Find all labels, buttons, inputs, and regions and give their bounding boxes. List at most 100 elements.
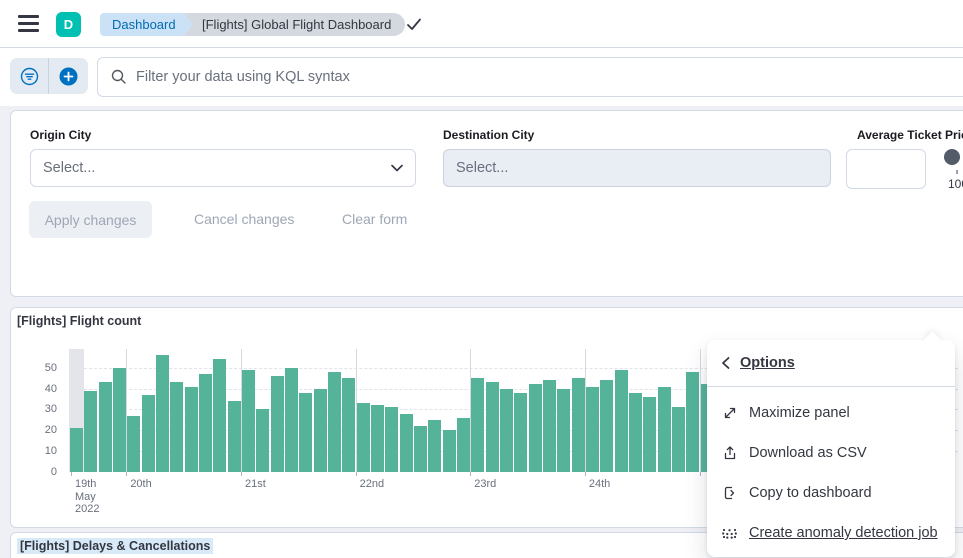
- options-back-button[interactable]: Options: [707, 340, 955, 386]
- menu-item-label: Maximize panel: [749, 405, 850, 421]
- slider-min-label: 100: [948, 177, 963, 191]
- maximize-icon: [721, 405, 738, 422]
- chart-bar: [142, 395, 155, 472]
- chart-bar: [328, 372, 341, 472]
- x-axis-tick: [700, 472, 701, 476]
- chart-bar: [643, 397, 656, 472]
- price-slider-thumb[interactable]: [944, 149, 960, 165]
- y-axis-label: 20: [25, 424, 57, 436]
- chart-bar: [70, 428, 83, 472]
- chart-bar: [357, 403, 370, 472]
- x-axis-label: 24th: [589, 478, 610, 491]
- clear-form-button[interactable]: Clear form: [342, 201, 407, 238]
- x-axis-label: 21st: [245, 478, 266, 491]
- destination-city-placeholder: Select...: [456, 160, 818, 176]
- chart-bar: [113, 368, 126, 472]
- logo-letter: D: [64, 17, 73, 32]
- chart-bar: [414, 426, 427, 472]
- saved-query-icon[interactable]: [10, 58, 49, 94]
- destination-city-label: Destination City: [443, 128, 534, 142]
- chart-bar: [170, 382, 183, 472]
- apply-changes-button[interactable]: Apply changes: [29, 201, 152, 238]
- deployment-logo[interactable]: D: [56, 12, 81, 37]
- price-min-input[interactable]: [846, 149, 926, 189]
- y-axis-label: 0: [25, 466, 57, 478]
- top-header: D Dashboard [Flights] Global Flight Dash…: [0, 0, 963, 48]
- origin-city-placeholder: Select...: [43, 160, 391, 176]
- options-menu-title: Options: [740, 355, 795, 371]
- chart-bar: [314, 389, 327, 472]
- chart-bar: [127, 416, 140, 472]
- chart-bar: [557, 389, 570, 472]
- chart-bar: [514, 393, 527, 472]
- slider-tick: [956, 170, 958, 174]
- query-bar-row: Filter your data using KQL syntax: [0, 48, 963, 106]
- export-icon: [721, 445, 738, 462]
- delays-panel-title-text: [Flights] Delays & Cancellations: [17, 538, 213, 554]
- chart-bar: [500, 389, 513, 472]
- x-axis-tick: [126, 472, 127, 476]
- x-axis-tick: [71, 472, 72, 476]
- chevron-left-icon: [719, 356, 733, 370]
- ml-icon: [721, 525, 738, 542]
- chevron-down-icon: [391, 164, 403, 172]
- breadcrumb-current-dashboard: [Flights] Global Flight Dashboard: [184, 13, 405, 36]
- kql-placeholder: Filter your data using KQL syntax: [136, 69, 350, 85]
- chart-bar: [271, 376, 284, 472]
- search-icon: [111, 69, 127, 85]
- chart-bar: [84, 391, 97, 472]
- menu-item-label: Create anomaly detection job: [749, 525, 938, 541]
- chart-bar: [256, 409, 269, 472]
- create-anomaly-job-item[interactable]: Create anomaly detection job: [707, 513, 955, 553]
- breadcrumb-label: Dashboard: [112, 17, 176, 32]
- delays-panel-title[interactable]: [Flights] Delays & Cancellations: [17, 539, 213, 553]
- chart-bar: [586, 387, 599, 472]
- controls-panel: Origin City Select... Destination City S…: [10, 110, 963, 297]
- breadcrumb-dashboard[interactable]: Dashboard: [100, 13, 194, 36]
- copy-to-dashboard-item[interactable]: Copy to dashboard: [707, 473, 955, 513]
- x-axis-label: 22nd: [360, 478, 384, 491]
- chart-bar: [428, 420, 441, 472]
- x-axis-tick: [470, 472, 471, 476]
- panel-options-menu: Options Maximize panel Download as CSV: [707, 340, 955, 557]
- chart-bar: [672, 407, 685, 472]
- x-axis-tick: [585, 472, 586, 476]
- menu-icon[interactable]: [18, 15, 39, 32]
- chart-bar: [615, 370, 628, 472]
- flight-count-panel-title[interactable]: [Flights] Flight count: [17, 314, 141, 328]
- origin-city-select[interactable]: Select...: [30, 149, 416, 187]
- check-icon[interactable]: [406, 16, 422, 32]
- chart-bar: [600, 380, 613, 472]
- breadcrumb-label: [Flights] Global Flight Dashboard: [202, 17, 391, 32]
- chart-bar: [529, 384, 542, 472]
- chart-bar: [342, 378, 355, 472]
- destination-city-select[interactable]: Select...: [443, 149, 831, 187]
- chart-bar: [658, 387, 671, 472]
- copy-to-dashboard-icon: [721, 485, 738, 502]
- chart-bar: [486, 382, 499, 472]
- x-axis-label: 20th: [130, 478, 151, 491]
- chart-bar: [629, 393, 642, 472]
- download-csv-item[interactable]: Download as CSV: [707, 433, 955, 473]
- maximize-panel-item[interactable]: Maximize panel: [707, 393, 955, 433]
- chart-bar: [199, 374, 212, 472]
- chart-bar: [299, 393, 312, 472]
- chart-bar: [156, 355, 169, 472]
- filter-button-group: [10, 58, 88, 94]
- kql-search-input[interactable]: Filter your data using KQL syntax: [97, 57, 963, 97]
- chart-bar: [228, 401, 241, 472]
- y-axis-label: 50: [25, 362, 57, 374]
- chart-bar: [242, 370, 255, 472]
- x-axis-tick: [356, 472, 357, 476]
- chart-bar: [185, 387, 198, 472]
- menu-item-label: Download as CSV: [749, 445, 867, 461]
- chart-bar: [686, 372, 699, 472]
- add-filter-icon[interactable]: [49, 58, 88, 94]
- cancel-changes-button[interactable]: Cancel changes: [194, 201, 294, 238]
- y-axis-label: 10: [25, 445, 57, 457]
- chart-bar: [385, 407, 398, 472]
- x-axis-tick: [241, 472, 242, 476]
- chart-bar: [99, 382, 112, 472]
- avg-ticket-price-label: Average Ticket Price: [857, 128, 963, 142]
- chart-bar: [285, 368, 298, 472]
